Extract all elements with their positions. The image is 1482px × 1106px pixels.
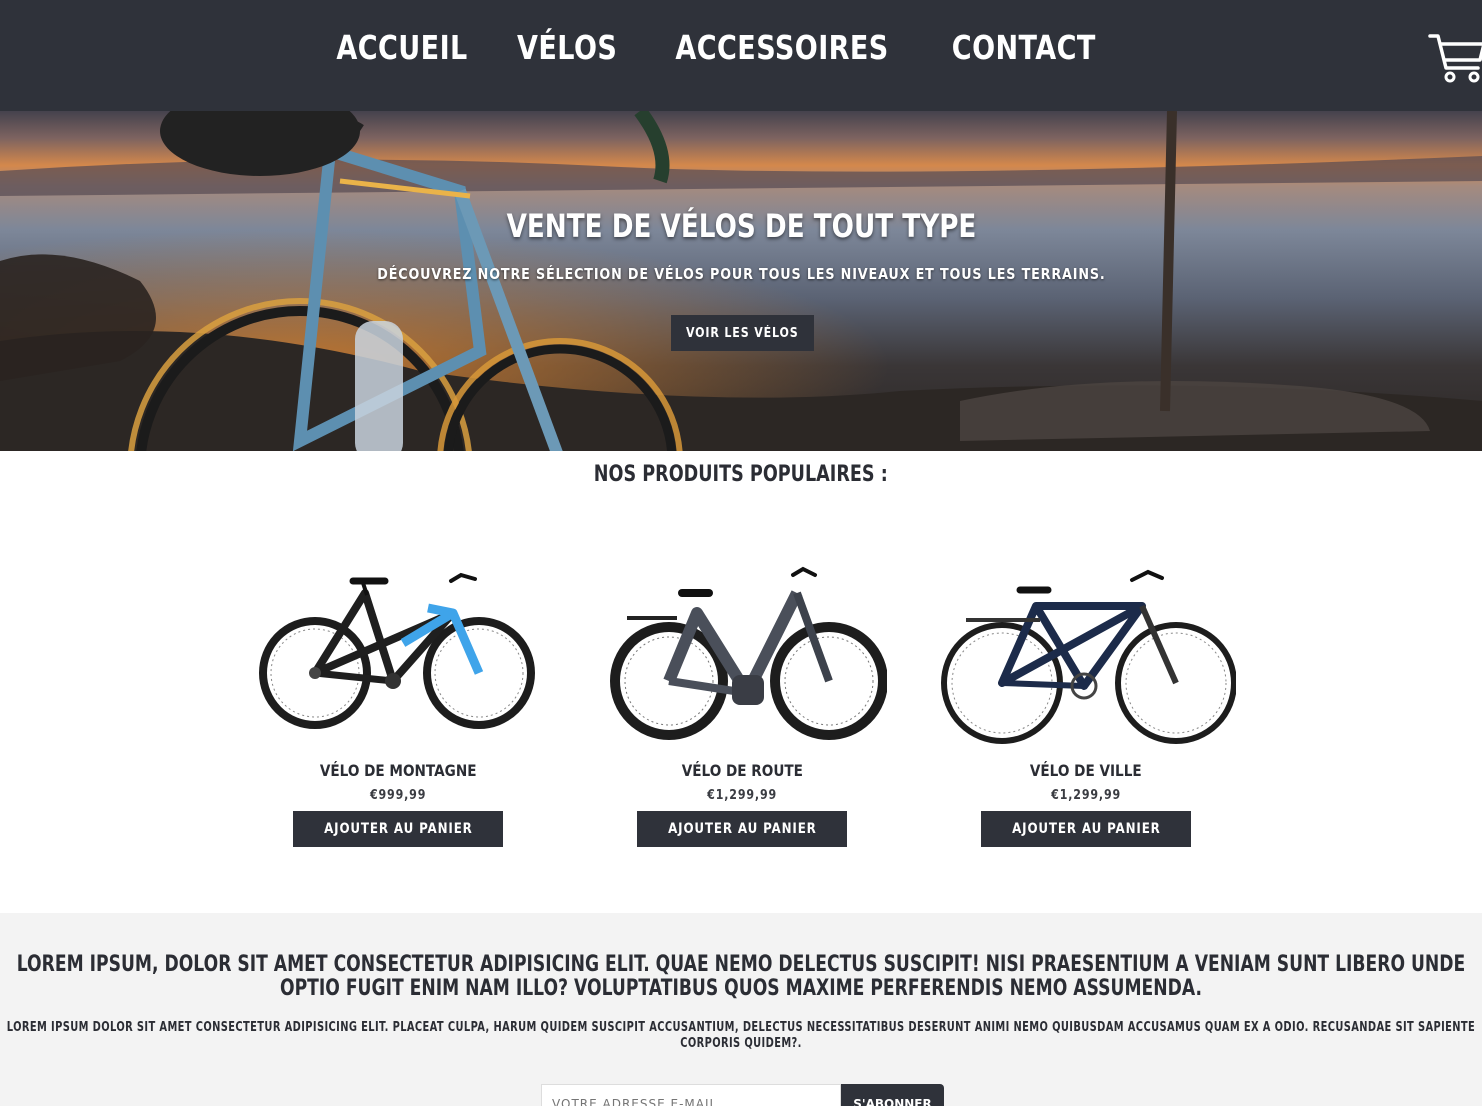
- product-name: VÉLO DE ROUTE: [681, 761, 803, 780]
- main-nav: ACCUEIL VÉLOS ACCESSOIRES CONTACT: [0, 28, 1434, 67]
- nav-link-contact[interactable]: CONTACT: [952, 28, 1096, 67]
- hero-title: VENTE DE VÉLOS DE TOUT TYPE: [506, 207, 976, 245]
- nav-link-accessoires[interactable]: ACCESSOIRES: [676, 28, 889, 67]
- product-name: VÉLO DE MONTAGNE: [319, 761, 477, 780]
- hero-banner: VENTE DE VÉLOS DE TOUT TYPE DÉCOUVREZ NO…: [0, 111, 1482, 451]
- add-to-cart-button[interactable]: AJOUTER AU PANIER: [636, 811, 848, 847]
- shopping-cart-icon[interactable]: [1428, 32, 1482, 84]
- view-bikes-button[interactable]: VOIR LES VÉLOS: [671, 315, 814, 351]
- product-price: €1,299,99: [1051, 788, 1121, 803]
- product-card: VÉLO DE MONTAGNE €999,99 AJOUTER AU PANI…: [243, 550, 553, 847]
- product-price: €1,299,99: [707, 788, 777, 803]
- newsletter-form: S'ABONNER: [541, 1084, 944, 1106]
- nav-link-accueil[interactable]: ACCUEIL: [336, 28, 467, 67]
- email-input[interactable]: [541, 1084, 841, 1106]
- nav-link-velos[interactable]: VÉLOS: [517, 28, 617, 67]
- product-image-city-bike[interactable]: [931, 550, 1241, 755]
- hero-subtitle: DÉCOUVREZ NOTRE SÉLECTION DE VÉLOS POUR …: [376, 265, 1106, 283]
- product-image-road-bike[interactable]: [587, 550, 897, 755]
- subscribe-button[interactable]: S'ABONNER: [841, 1084, 944, 1106]
- product-card: VÉLO DE VILLE €1,299,99 AJOUTER AU PANIE…: [931, 550, 1241, 847]
- product-price: €999,99: [369, 788, 427, 803]
- product-card: VÉLO DE ROUTE €1,299,99 AJOUTER AU PANIE…: [587, 550, 897, 847]
- newsletter-section: LOREM IPSUM, DOLOR SIT AMET CONSECTETUR …: [0, 913, 1482, 1106]
- add-to-cart-button[interactable]: AJOUTER AU PANIER: [980, 811, 1192, 847]
- product-image-mountain-bike[interactable]: [243, 550, 553, 755]
- site-header: ACCUEIL VÉLOS ACCESSOIRES CONTACT: [0, 0, 1482, 111]
- newsletter-title: LOREM IPSUM, DOLOR SIT AMET CONSECTETUR …: [16, 952, 1466, 1001]
- product-name: VÉLO DE VILLE: [1030, 761, 1142, 780]
- newsletter-text: LOREM IPSUM DOLOR SIT AMET CONSECTETUR A…: [6, 1020, 1476, 1051]
- popular-products-title: NOS PRODUITS POPULAIRES :: [593, 462, 889, 487]
- add-to-cart-button[interactable]: AJOUTER AU PANIER: [292, 811, 504, 847]
